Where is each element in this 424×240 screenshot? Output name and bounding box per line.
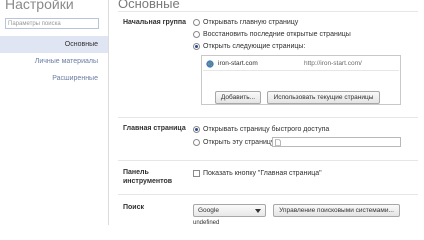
startup-option-restore[interactable]: Восстановить последние открытые страницы	[193, 29, 351, 39]
sidebar-title: Настройки	[5, 0, 74, 12]
main-content: Основные Начальная группа Открывать глав…	[109, 0, 424, 226]
startup-section-label: Начальная группа	[123, 19, 186, 26]
checkbox[interactable]	[193, 169, 200, 177]
radio-button[interactable]	[193, 30, 200, 38]
toolbar-label-line1: Панель	[123, 169, 149, 176]
homepage-option-url[interactable]: Открыть эту страницу:	[193, 137, 276, 147]
chevron-down-icon	[255, 209, 261, 213]
startup-option-label: Восстановить последние открытые страницы	[203, 30, 351, 38]
show-home-button-label: Показать кнопку "Главная страница"	[203, 169, 322, 177]
radio-button-checked[interactable]	[193, 125, 200, 133]
startup-pages-list: iron-start.com http://iron-start.com/ До…	[201, 55, 401, 105]
toolbar-label-line2: инструментов	[123, 178, 173, 185]
homepage-section-label: Главная страница	[123, 125, 186, 132]
startup-option-open-pages[interactable]: Открыть следующие страницы:	[193, 41, 305, 51]
sidebar: Настройки Параметры поиска Основные Личн…	[0, 0, 108, 225]
radio-button-checked[interactable]	[193, 42, 200, 50]
manage-search-engines-button[interactable]: Управление поисковыми системами...	[273, 204, 400, 217]
startup-option-label: Открывать главную страницу	[203, 18, 299, 26]
toolbar-section-label: Панель инструментов	[123, 168, 172, 186]
use-current-pages-button[interactable]: Использовать текущие страницы	[267, 91, 380, 104]
search-engine-value: Google	[198, 207, 219, 214]
radio-button[interactable]	[193, 138, 200, 146]
page-name: iron-start.com	[218, 60, 258, 67]
add-page-button[interactable]: Добавить...	[215, 91, 261, 104]
settings-search-input[interactable]: Параметры поиска	[5, 18, 99, 29]
sidebar-nav: Основные Личные материалы Расширенные	[0, 36, 108, 87]
homepage-option-ntp[interactable]: Открывать страницу быстрого доступа	[193, 124, 329, 134]
startup-option-label: Открыть следующие страницы:	[203, 42, 306, 50]
search-footer-text: undefined	[193, 220, 220, 226]
section-divider	[118, 194, 418, 195]
show-home-button-option[interactable]: Показать кнопку "Главная страница"	[193, 168, 322, 178]
section-divider	[118, 11, 418, 12]
homepage-option-label: Открывать страницу быстрого доступа	[203, 125, 330, 133]
search-engine-select[interactable]: Google	[193, 204, 266, 217]
page-icon	[275, 139, 281, 146]
section-divider	[118, 117, 418, 118]
startup-option-homepage[interactable]: Открывать главную страницу	[193, 17, 298, 27]
radio-button[interactable]	[193, 18, 200, 26]
page-title: Основные	[118, 0, 180, 11]
section-divider	[118, 160, 418, 161]
page-url: http://iron-start.com/	[304, 60, 362, 67]
sidebar-item-advanced[interactable]: Расширенные	[0, 70, 108, 87]
homepage-url-input[interactable]	[272, 137, 401, 147]
globe-icon	[206, 59, 214, 68]
sidebar-item-personal-stuff[interactable]: Личные материалы	[0, 53, 108, 70]
search-section-label: Поиск	[123, 204, 145, 211]
sidebar-item-basics[interactable]: Основные	[0, 36, 108, 53]
homepage-option-label: Открыть эту страницу:	[203, 138, 277, 146]
list-item[interactable]: iron-start.com http://iron-start.com/	[203, 57, 399, 71]
